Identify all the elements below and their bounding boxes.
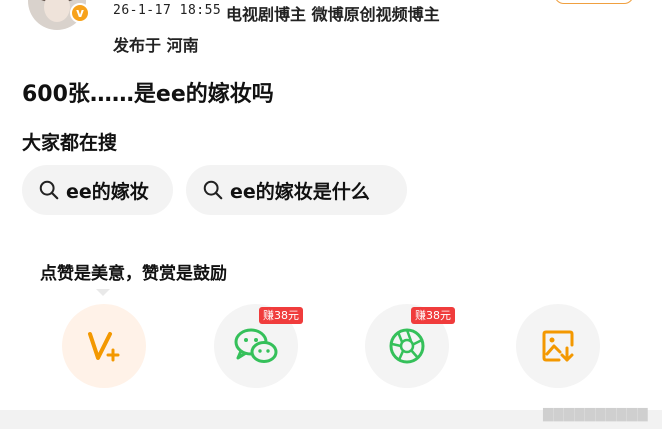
earn-badge: 赚38元 (259, 307, 303, 324)
verified-badge-icon: v (70, 3, 90, 23)
search-suggestion-label: ee的嫁妆是什么 (230, 180, 370, 203)
trending-search-heading: 大家都在搜 (22, 132, 118, 154)
search-suggestion-chip[interactable]: ee的嫁妆 (22, 165, 173, 215)
save-image-icon (542, 330, 574, 362)
search-icon (203, 180, 223, 200)
follow-button[interactable] (554, 0, 634, 4)
search-suggestion-label: ee的嫁妆 (66, 180, 149, 203)
tip-pointer (96, 289, 110, 296)
post-title: 600张……是ee的嫁妆吗 (22, 82, 274, 107)
wechat-icon (234, 328, 278, 363)
moments-icon (389, 328, 425, 364)
search-suggestion-chip[interactable]: ee的嫁妆是什么 (186, 165, 407, 215)
post-timestamp: 26-1-17 18:55 (113, 3, 222, 18)
reward-button[interactable] (62, 304, 146, 388)
post-location: 发布于 河南 (113, 36, 199, 55)
watermark: ▇▇▇▇▇▇▇▇▇▇ (543, 407, 648, 422)
earn-badge: 赚38元 (411, 307, 455, 324)
author-tags: 电视剧博主 微博原创视频博主 (226, 5, 440, 24)
avatar-face (44, 0, 70, 22)
save-image-button[interactable] (516, 304, 600, 388)
reward-v-plus-icon (88, 332, 120, 362)
reward-tip-text: 点赞是美意，赞赏是鼓励 (40, 264, 227, 284)
search-icon (39, 180, 59, 200)
